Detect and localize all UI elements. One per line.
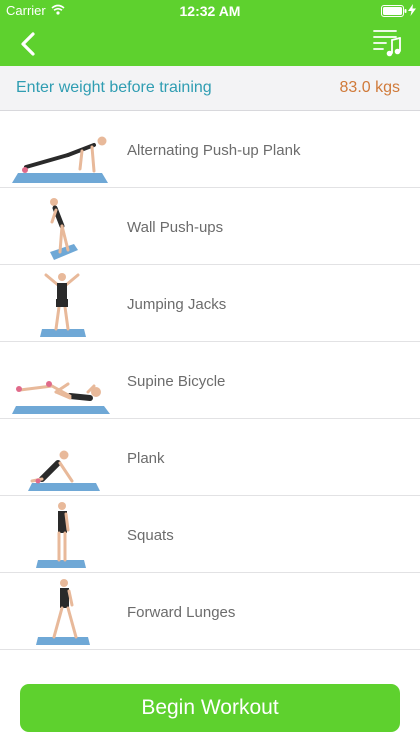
exercise-row-alternating-push-up-plank[interactable]: Alternating Push-up Plank bbox=[0, 111, 420, 188]
exercise-row-squats[interactable]: Squats bbox=[0, 496, 420, 573]
weight-prompt-label: Enter weight before training bbox=[16, 79, 212, 96]
begin-workout-button[interactable]: Begin Workout bbox=[20, 684, 400, 732]
battery-icon bbox=[381, 5, 407, 20]
exercise-name: Jumping Jacks bbox=[127, 296, 227, 313]
forward-lunges-illustration bbox=[36, 579, 90, 645]
plank-illustration bbox=[28, 450, 100, 491]
chevron-left-icon bbox=[21, 32, 35, 56]
exercise-row-forward-lunges[interactable]: Forward Lunges bbox=[0, 573, 420, 650]
back-button[interactable] bbox=[14, 28, 44, 60]
wall-push-ups-illustration bbox=[50, 198, 78, 260]
exercise-name: Alternating Push-up Plank bbox=[127, 142, 301, 159]
exercise-row-plank[interactable]: Plank bbox=[0, 419, 420, 496]
status-time: 12:32 AM bbox=[179, 3, 241, 19]
exercise-name: Squats bbox=[127, 527, 174, 544]
exercise-name: Plank bbox=[127, 450, 165, 467]
navigation-bar bbox=[0, 22, 420, 66]
exercise-list: Alternating Push-up Plank Wall Push-ups bbox=[0, 111, 420, 650]
status-bar: Carrier 12:32 AM bbox=[0, 0, 420, 22]
exercise-row-wall-push-ups[interactable]: Wall Push-ups bbox=[0, 188, 420, 265]
exercise-name: Forward Lunges bbox=[127, 604, 236, 621]
music-playlist-icon bbox=[373, 30, 401, 57]
supine-bicycle-illustration bbox=[12, 381, 110, 414]
charging-icon bbox=[408, 4, 416, 19]
weight-entry-row[interactable]: Enter weight before training 83.0 kgs bbox=[0, 66, 420, 111]
push-up-plank-illustration bbox=[12, 136, 108, 183]
music-playlist-button[interactable] bbox=[372, 26, 404, 60]
exercise-name: Supine Bicycle bbox=[127, 373, 226, 390]
weight-value: 83.0 kgs bbox=[339, 79, 400, 96]
exercise-name: Wall Push-ups bbox=[127, 219, 224, 236]
jumping-jacks-illustration bbox=[40, 273, 86, 337]
exercise-row-supine-bicycle[interactable]: Supine Bicycle bbox=[0, 342, 420, 419]
exercise-row-jumping-jacks[interactable]: Jumping Jacks bbox=[0, 265, 420, 342]
squats-illustration bbox=[36, 502, 86, 568]
top-bar: Carrier 12:32 AM bbox=[0, 0, 420, 66]
